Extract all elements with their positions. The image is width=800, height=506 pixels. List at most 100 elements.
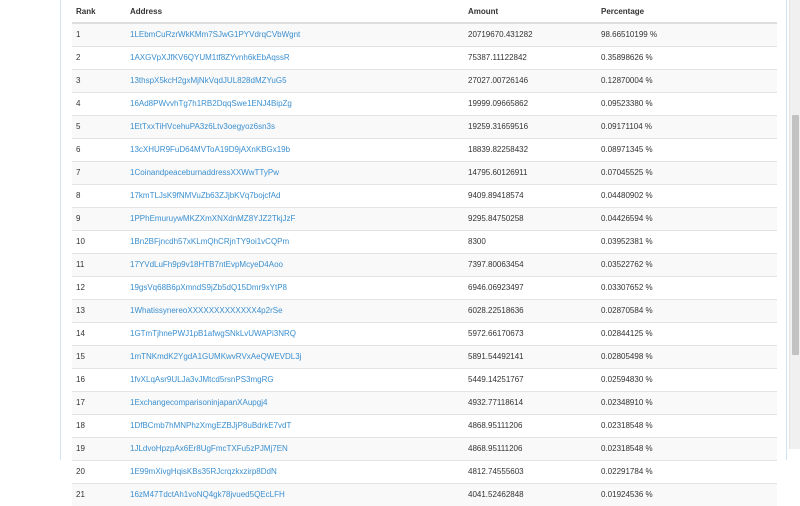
amount-cell: 9409.89418574 bbox=[468, 191, 524, 200]
amount-cell: 5972.66170673 bbox=[468, 329, 524, 338]
address-link[interactable]: 13cXHUR9FuD64MVToA19D9jAXnKBGx19b bbox=[126, 138, 464, 161]
percentage-cell: 0.09171104 % bbox=[601, 122, 653, 131]
table-row: 9 1PPhEmuruywMKZXmXNXdnMZ8YJZ2TkjJzF 9295.… bbox=[72, 207, 777, 230]
percentage-cell: 0.07045525 % bbox=[601, 168, 653, 177]
rank-cell: 15 bbox=[76, 352, 85, 361]
rank-cell: 14 bbox=[76, 329, 85, 338]
address-link[interactable]: 1E99mXivgHqisKBs35RJcrqzkxzirp8DdN bbox=[126, 460, 464, 483]
amount-cell: 19259.31659516 bbox=[468, 122, 529, 131]
address-link[interactable]: 1ExchangecomparisoninjapanXAupgj4 bbox=[126, 391, 464, 414]
address-link[interactable]: 13thspX5kcH2gxMjNkVqdJUL828dMZYuG5 bbox=[126, 69, 464, 92]
rank-cell: 11 bbox=[76, 260, 85, 269]
table-body: 1 1LEbmCuRzrWkKMm7SJwG1PYVdrqCVbWgnt 20719… bbox=[72, 23, 777, 506]
address-link[interactable]: 1CoinandpeaceburnaddressXXWwTTyPw bbox=[126, 161, 464, 184]
table-row: 10 1Bn2BFjncdh57xKLmQhCRjnTY9oi1vCQPm 8300… bbox=[72, 230, 777, 253]
percentage-cell: 0.08971345 % bbox=[601, 145, 653, 154]
amount-cell: 27027.00726146 bbox=[468, 76, 529, 85]
address-link[interactable]: 1LEbmCuRzrWkKMm7SJwG1PYVdrqCVbWgnt bbox=[126, 23, 464, 46]
table-row: 2 1AXGVpXJfKV6QYUM1tf8ZYvnh6kEbAqssR 75387… bbox=[72, 46, 777, 69]
percentage-cell: 98.66510199 % bbox=[601, 30, 658, 40]
address-link[interactable]: 17kmTLJsK9fNMVuZb63ZJjbKVq7bojcfAd bbox=[126, 184, 464, 207]
rich-list-table: Rank Address Amount Percentage 1 1LEbmCuR… bbox=[72, 0, 777, 506]
table-row: 6 13cXHUR9FuD64MVToA19D9jAXnKBGx19b 18839.… bbox=[72, 138, 777, 161]
percentage-cell: 0.02291784 % bbox=[601, 467, 653, 476]
amount-cell: 4868.95111206 bbox=[468, 421, 523, 430]
percentage-cell: 0.12870004 % bbox=[601, 76, 653, 85]
table-row: 15 1mTNKmdK2YgdA1GUMKwvRVxAeQWEVDL3j 5891.… bbox=[72, 345, 777, 368]
table-row: 18 1DfBCmb7hMNPhzXmgEZBJjP8uBdrkE7vdT 4868… bbox=[72, 414, 777, 437]
address-link[interactable]: 1PPhEmuruywMKZXmXNXdnMZ8YJZ2TkjJzF bbox=[126, 207, 464, 230]
amount-cell: 18839.82258432 bbox=[468, 145, 529, 154]
rank-cell: 20 bbox=[76, 467, 85, 476]
amount-cell: 5449.14251767 bbox=[468, 375, 524, 384]
rank-cell: 6 bbox=[76, 145, 81, 154]
table-row: 3 13thspX5kcH2gxMjNkVqdJUL828dMZYuG5 27027… bbox=[72, 69, 777, 92]
address-link[interactable]: 16zM47TdctAh1voNQ4gk78jvued5QEcLFH bbox=[126, 483, 464, 506]
address-link[interactable]: 1fvXLqAsr9ULJa3vJMtcd5rsnPS3mgRG bbox=[126, 368, 464, 391]
rank-cell: 10 bbox=[76, 237, 85, 246]
amount-cell: 6946.06923497 bbox=[468, 283, 524, 292]
table-row: 20 1E99mXivgHqisKBs35RJcrqzkxzirp8DdN 4812… bbox=[72, 460, 777, 483]
vertical-scrollbar[interactable] bbox=[789, 0, 800, 449]
table-row: 5 1EtTxxTiHVcehuPA3z6Ltv3oegyoz6sn3s 19259… bbox=[72, 115, 777, 138]
percentage-cell: 0.01924536 % bbox=[601, 490, 653, 500]
rank-cell: 2 bbox=[76, 53, 81, 62]
address-link[interactable]: 1AXGVpXJfKV6QYUM1tf8ZYvnh6kEbAqssR bbox=[126, 46, 464, 69]
table-row: 8 17kmTLJsK9fNMVuZb63ZJjbKVq7bojcfAd 9409.… bbox=[72, 184, 777, 207]
table-row: 17 1ExchangecomparisoninjapanXAupgj4 4932.… bbox=[72, 391, 777, 414]
percentage-cell: 0.04480902 % bbox=[601, 191, 653, 200]
amount-cell: 8300 bbox=[468, 237, 486, 246]
address-link[interactable]: 16Ad8PWvvhTg7h1RB2DqqSwe1ENJ4BipZg bbox=[126, 92, 464, 115]
amount-cell: 19999.09665862 bbox=[468, 99, 529, 108]
amount-cell: 6028.22518636 bbox=[468, 306, 524, 315]
rank-cell: 3 bbox=[76, 76, 81, 85]
address-link[interactable]: 1WhatissynereoXXXXXXXXXXXXX4p2rSe bbox=[126, 299, 464, 322]
percentage-cell: 0.35898626 % bbox=[601, 53, 653, 62]
rank-cell: 4 bbox=[76, 99, 81, 108]
amount-cell: 9295.84750258 bbox=[468, 214, 524, 223]
percentage-cell: 0.03522762 % bbox=[601, 260, 653, 269]
header-address: Address bbox=[126, 0, 464, 24]
address-link[interactable]: 1DfBCmb7hMNPhzXmgEZBJjP8uBdrkE7vdT bbox=[126, 414, 464, 437]
percentage-cell: 0.03307652 % bbox=[601, 283, 653, 292]
rank-cell: 7 bbox=[76, 168, 81, 177]
percentage-cell: 0.09523380 % bbox=[601, 99, 653, 108]
percentage-cell: 0.04426594 % bbox=[601, 214, 653, 223]
amount-cell: 4932.77118614 bbox=[468, 398, 524, 407]
rank-cell: 16 bbox=[76, 375, 85, 384]
header-rank: Rank bbox=[72, 0, 126, 24]
table-row: 11 17YVdLuFh9p9v18HTB7ntEvpMcyeD4Aoo 7397.… bbox=[72, 253, 777, 276]
rank-cell: 5 bbox=[76, 122, 81, 131]
percentage-cell: 0.03952381 % bbox=[601, 237, 653, 246]
address-link[interactable]: 1EtTxxTiHVcehuPA3z6Ltv3oegyoz6sn3s bbox=[126, 115, 464, 138]
address-link[interactable]: 1GTmTjhnePWJ1pB1afwgSNkLvUWAPi3NRQ bbox=[126, 322, 464, 345]
rank-cell: 12 bbox=[76, 283, 85, 292]
percentage-cell: 0.02805498 % bbox=[601, 352, 653, 361]
header-amount: Amount bbox=[464, 0, 597, 24]
rank-cell: 1 bbox=[76, 30, 81, 40]
percentage-cell: 0.02870584 % bbox=[601, 306, 653, 315]
address-link[interactable]: 17YVdLuFh9p9v18HTB7ntEvpMcyeD4Aoo bbox=[126, 253, 464, 276]
amount-cell: 4041.52462848 bbox=[468, 490, 524, 500]
table-row: 21 16zM47TdctAh1voNQ4gk78jvued5QEcLFH 4041… bbox=[72, 483, 777, 506]
table-row: 12 19gsVq68B6pXmndS9jZb5dQ15Dmr9xYtP8 6946… bbox=[72, 276, 777, 299]
scrollbar-thumb[interactable] bbox=[792, 115, 799, 355]
address-link[interactable]: 1mTNKmdK2YgdA1GUMKwvRVxAeQWEVDL3j bbox=[126, 345, 464, 368]
table-row: 1 1LEbmCuRzrWkKMm7SJwG1PYVdrqCVbWgnt 20719… bbox=[72, 23, 777, 46]
rank-cell: 21 bbox=[76, 490, 85, 500]
amount-cell: 14795.60126911 bbox=[468, 168, 528, 177]
table-row: 13 1WhatissynereoXXXXXXXXXXXXX4p2rSe 6028.… bbox=[72, 299, 777, 322]
percentage-cell: 0.02318548 % bbox=[601, 421, 653, 430]
address-link[interactable]: 1Bn2BFjncdh57xKLmQhCRjnTY9oi1vCQPm bbox=[126, 230, 464, 253]
table-header: Rank Address Amount Percentage bbox=[72, 0, 777, 24]
rank-cell: 13 bbox=[76, 306, 85, 315]
percentage-cell: 0.02594830 % bbox=[601, 375, 653, 384]
amount-cell: 5891.54492141 bbox=[468, 352, 524, 361]
rank-cell: 8 bbox=[76, 191, 81, 200]
rank-cell: 17 bbox=[76, 398, 85, 407]
table-row: 7 1CoinandpeaceburnaddressXXWwTTyPw 14795.… bbox=[72, 161, 777, 184]
percentage-cell: 0.02844125 % bbox=[601, 329, 653, 338]
address-link[interactable]: 19gsVq68B6pXmndS9jZb5dQ15Dmr9xYtP8 bbox=[126, 276, 464, 299]
table-row: 14 1GTmTjhnePWJ1pB1afwgSNkLvUWAPi3NRQ 5972… bbox=[72, 322, 777, 345]
amount-cell: 20719670.431282 bbox=[468, 30, 533, 40]
